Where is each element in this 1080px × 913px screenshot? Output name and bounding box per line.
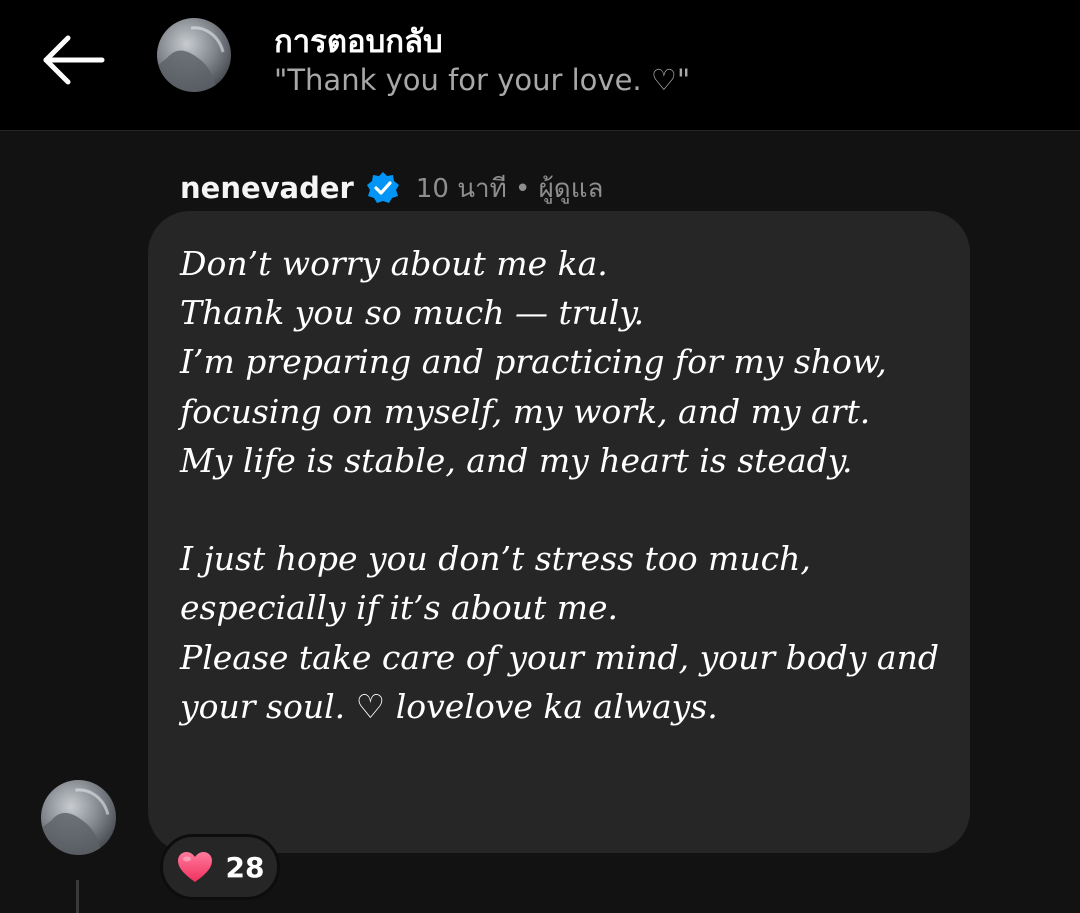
verified-badge-icon: [366, 171, 400, 205]
arrow-left-icon: [38, 35, 108, 94]
comment-text: Don’t worry about me ka. Thank you so mu…: [180, 244, 939, 726]
reaction-button[interactable]: 28: [160, 834, 280, 900]
comment-author-row: nenevader 10 นาที • ผู้ดูแล: [180, 165, 603, 211]
heart-icon: [176, 850, 214, 884]
original-post-caption: "Thank you for your love. ♡": [274, 63, 691, 97]
page-title: การตอบกลับ: [274, 24, 443, 60]
header-avatar[interactable]: [157, 18, 231, 92]
comment-avatar[interactable]: [41, 780, 116, 855]
comment-meta: 10 นาที • ผู้ดูแล: [415, 173, 604, 204]
comment-username[interactable]: nenevader: [180, 171, 354, 205]
back-button[interactable]: [38, 30, 108, 90]
thread-line: [76, 880, 79, 913]
reaction-count: 28: [225, 850, 265, 884]
comment-bubble[interactable]: Don’t worry about me ka. Thank you so mu…: [148, 211, 970, 853]
top-bar: การตอบกลับ "Thank you for your love. ♡": [0, 0, 1080, 131]
